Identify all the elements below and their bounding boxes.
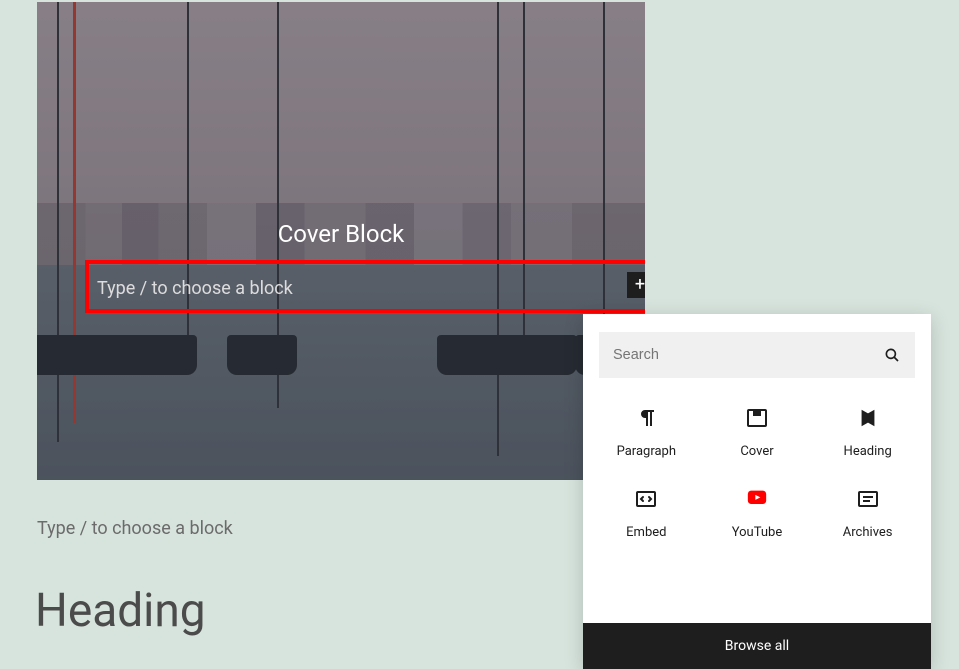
cover-title[interactable]: Cover Block	[37, 220, 645, 248]
block-option-heading[interactable]: Heading	[812, 406, 923, 459]
plus-icon: +	[635, 276, 645, 294]
heading-block[interactable]: Heading	[35, 584, 206, 638]
block-option-youtube[interactable]: YouTube	[702, 487, 813, 540]
add-block-button[interactable]: +	[627, 272, 645, 298]
block-placeholder[interactable]: Type / to choose a block	[97, 278, 293, 299]
block-option-label: Archives	[843, 525, 893, 540]
youtube-icon	[745, 487, 769, 511]
block-option-label: Paragraph	[617, 444, 676, 459]
paragraph-icon	[634, 406, 658, 430]
browse-all-button[interactable]: Browse all	[583, 623, 931, 669]
block-option-embed[interactable]: Embed	[591, 487, 702, 540]
block-option-label: Cover	[740, 444, 773, 459]
heading-icon	[856, 406, 880, 430]
block-option-label: YouTube	[732, 525, 783, 540]
block-option-cover[interactable]: Cover	[702, 406, 813, 459]
cover-icon	[745, 406, 769, 430]
block-options-grid: Paragraph Cover Heading Embed YouTube	[583, 378, 931, 552]
search-icon	[883, 346, 901, 364]
block-option-label: Heading	[844, 444, 892, 459]
archives-icon	[856, 487, 880, 511]
browse-all-label: Browse all	[725, 638, 789, 654]
cover-block: Cover Block Type / to choose a block +	[37, 2, 645, 480]
search-box[interactable]	[599, 332, 915, 378]
block-option-label: Embed	[626, 525, 666, 540]
embed-icon	[634, 487, 658, 511]
block-option-paragraph[interactable]: Paragraph	[591, 406, 702, 459]
search-input[interactable]	[613, 347, 883, 363]
block-inserter-panel: Paragraph Cover Heading Embed YouTube	[583, 314, 931, 669]
paragraph-placeholder[interactable]: Type / to choose a block	[37, 518, 233, 539]
block-option-archives[interactable]: Archives	[812, 487, 923, 540]
